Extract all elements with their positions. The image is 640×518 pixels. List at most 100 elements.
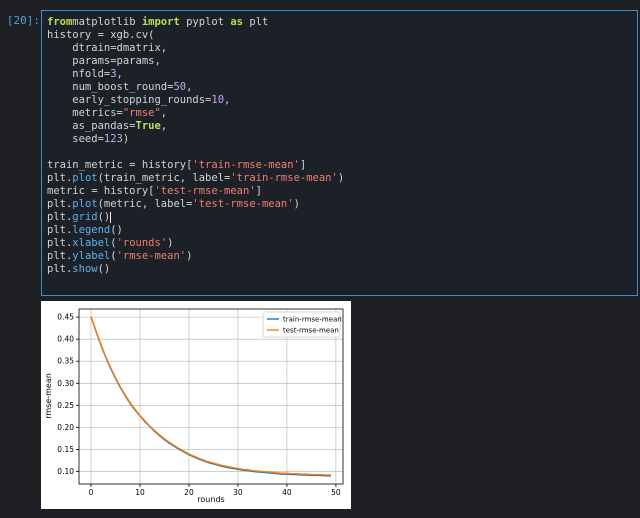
code-token: (train_metric, label= — [97, 172, 231, 184]
code-token: pyplot — [179, 16, 231, 28]
code-token: metrics= — [47, 107, 123, 119]
code-line: plt.grid() — [47, 211, 637, 224]
code-token: as — [230, 16, 244, 28]
y-tick-label: 0.30 — [57, 379, 74, 388]
code-token: 50 — [173, 81, 187, 93]
code-token: , — [224, 94, 231, 106]
x-tick-label: 30 — [233, 488, 243, 497]
code-editor[interactable]: frommatplotlib import pyplot as plt histo… — [42, 11, 637, 276]
series-line-train — [90, 316, 331, 477]
code-token: plt — [243, 16, 269, 28]
code-token: import — [141, 16, 180, 28]
code-line: params=params, — [47, 55, 637, 68]
code-token: 'train-rmse-mean' — [192, 159, 300, 171]
code-token: ) — [186, 250, 193, 262]
code-token: legend — [72, 224, 111, 236]
code-token: () — [97, 211, 111, 223]
code-token: ylabel — [72, 250, 111, 262]
code-token: plt. — [47, 237, 73, 249]
code-token: , — [160, 107, 168, 119]
code-token: grid — [72, 211, 98, 223]
y-tick-label: 0.15 — [57, 445, 74, 454]
code-line: plt.plot(train_metric, label='train-rmse… — [47, 172, 637, 185]
code-token: 'test-rmse-mean' — [154, 185, 256, 197]
code-token: 'test-rmse-mean' — [192, 198, 294, 210]
code-line: dtrain=dmatrix, — [47, 42, 637, 55]
chart-legend: train-rmse-mean test-rmse-mean — [262, 311, 342, 338]
code-line: metrics="rmse", — [47, 107, 637, 120]
code-token: seed= — [47, 133, 104, 145]
code-token: plt. — [47, 172, 73, 184]
code-line: plt.ylabel('rmse-mean') — [47, 250, 637, 263]
code-token: ] — [255, 185, 262, 197]
code-line: seed=123) — [47, 133, 637, 146]
code-token: 'rmse-mean' — [116, 250, 187, 262]
code-line: num_boost_round=50, — [47, 81, 637, 94]
legend-label-train: train-rmse-mean — [283, 316, 342, 324]
plot-output: 0 10 20 30 40 50 0.10 0.15 0.20 0.25 0.30 0.35 0.40 0… — [41, 301, 351, 509]
code-token: dtrain=dmatrix, — [47, 42, 168, 54]
code-cell[interactable]: frommatplotlib import pyplot as plt histo… — [41, 10, 638, 296]
x-tick-label: 20 — [184, 488, 194, 497]
code-token: , — [160, 120, 168, 132]
y-tick-label: 0.10 — [57, 467, 74, 476]
code-token: ) — [293, 198, 300, 210]
code-token: num_boost_round= — [47, 81, 174, 93]
code-token: nfold= — [47, 68, 111, 80]
code-token: () — [110, 224, 123, 236]
code-line: history = xgb.cv( — [47, 29, 637, 42]
x-tick-label: 50 — [331, 488, 341, 497]
x-tick-label: 0 — [89, 488, 94, 497]
code-token: plt. — [47, 211, 73, 223]
legend-label-test: test-rmse-mean — [283, 327, 339, 335]
code-line: nfold=3, — [47, 68, 637, 81]
code-token: (metric, label= — [97, 198, 193, 210]
y-axis-label: rmse-mean — [44, 373, 53, 419]
code-token: plt. — [47, 250, 73, 262]
code-line: plt.xlabel('rounds') — [47, 237, 637, 250]
code-token: ) — [167, 237, 174, 249]
code-token: plt. — [47, 263, 73, 275]
series-line-test — [90, 316, 331, 476]
x-tick-label: 40 — [282, 488, 292, 497]
code-token: early_stopping_rounds= — [47, 94, 212, 106]
y-tick-label: 0.20 — [57, 423, 74, 432]
code-line: train_metric = history['train-rmse-mean'… — [47, 159, 637, 172]
code-line: plt.plot(metric, label='test-rmse-mean') — [47, 198, 637, 211]
code-token: ] — [299, 159, 307, 171]
code-token: () — [97, 263, 111, 275]
code-token: show — [72, 263, 98, 275]
code-token: as_pandas= — [47, 120, 136, 132]
y-tick-label: 0.40 — [57, 335, 74, 344]
code-token: True — [135, 120, 161, 132]
code-token: from — [47, 16, 73, 28]
code-token: plot — [72, 198, 98, 210]
code-token: plt. — [47, 198, 73, 210]
code-line: as_pandas=True, — [47, 120, 637, 133]
code-line: plt.legend() — [47, 224, 637, 237]
code-token: params=params, — [47, 55, 161, 67]
code-token: history = xgb.cv( — [47, 29, 155, 41]
code-line: plt.show() — [47, 263, 637, 276]
code-token: plt. — [47, 224, 73, 236]
code-token: 10 — [211, 94, 225, 106]
x-axis-label: rounds — [197, 495, 224, 504]
code-token: metric = history[ — [47, 185, 155, 197]
code-token: ) — [337, 172, 345, 184]
cell-prompt: [20]: — [6, 14, 40, 27]
code-token: , — [116, 68, 123, 80]
code-token: xlabel — [72, 237, 111, 249]
code-token: plot — [72, 172, 98, 184]
code-token: matplotlib — [72, 16, 142, 28]
y-tick-label: 0.25 — [57, 401, 74, 410]
code-line: early_stopping_rounds=10, — [47, 94, 637, 107]
code-line: frommatplotlib import pyplot as plt — [47, 16, 637, 29]
y-tick-label: 0.35 — [57, 357, 74, 366]
text-cursor — [110, 211, 112, 223]
code-token: train_metric = history[ — [47, 159, 193, 171]
code-token: "rmse" — [122, 107, 161, 119]
code-line: metric = history['test-rmse-mean'] — [47, 185, 637, 198]
code-token: , — [186, 81, 193, 93]
code-token: 'rounds' — [116, 237, 168, 249]
x-tick-label: 10 — [135, 488, 145, 497]
